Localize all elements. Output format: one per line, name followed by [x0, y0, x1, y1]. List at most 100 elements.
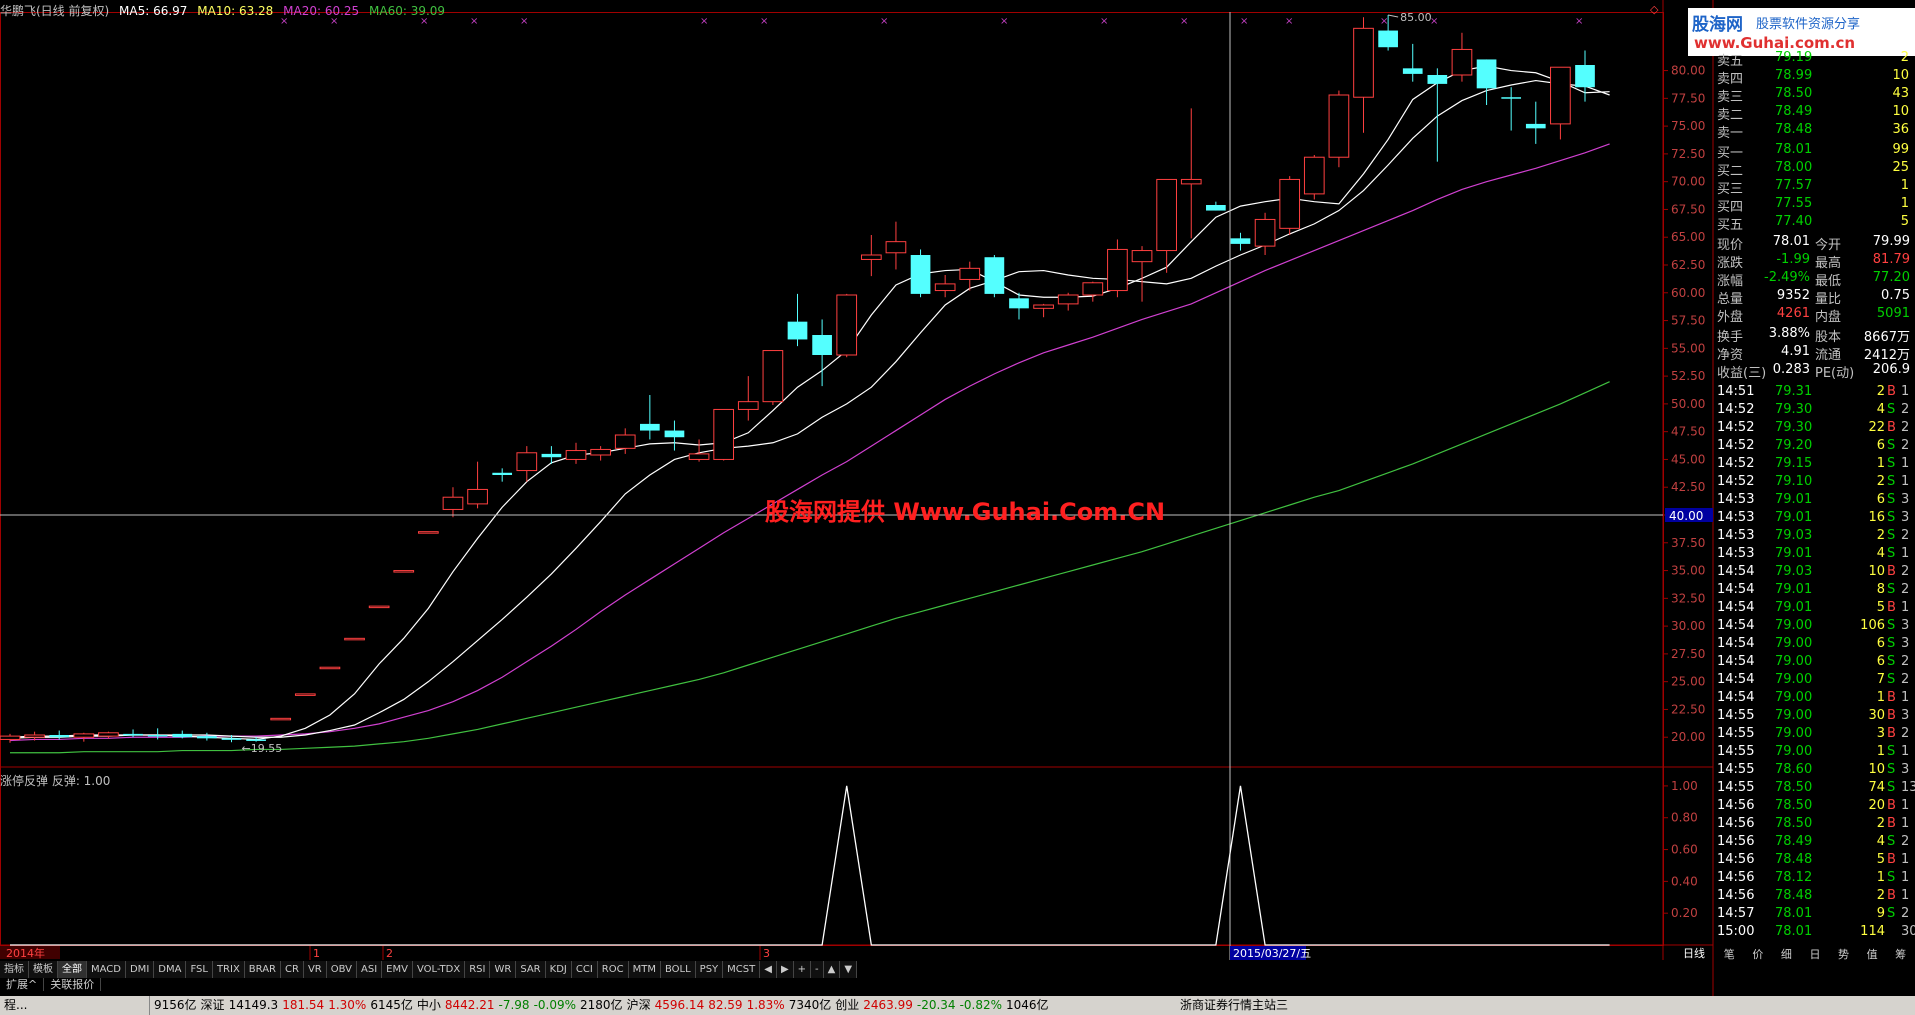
tab-roc[interactable]: ROC	[597, 961, 629, 978]
tab-asi[interactable]: ASI	[357, 961, 383, 978]
tick-volume: 74	[1868, 780, 1885, 795]
tab-cr[interactable]: CR	[281, 961, 304, 978]
ask-volume: 43	[1892, 86, 1909, 101]
tab-模板[interactable]: 模板	[29, 961, 58, 978]
tick-row: 14:54 79.00 1 B 1	[1715, 690, 1915, 708]
ask-price: 78.50	[1775, 86, 1813, 101]
candle-body	[1156, 178, 1177, 252]
y-tick-label: 65.00	[1671, 230, 1705, 244]
tick-side: B	[1887, 852, 1896, 867]
y-tick-label: 77.50	[1671, 91, 1705, 105]
ma5-value: MA5: 66.97	[119, 4, 188, 18]
y-tick-label: 52.50	[1671, 369, 1705, 383]
taskbar-app[interactable]: 程...	[0, 996, 150, 1015]
tab-scroll-icon[interactable]: ◀	[760, 961, 777, 978]
tab-全部[interactable]: 全部	[58, 961, 87, 978]
tick-count: 3	[1901, 510, 1910, 525]
ask-label: 卖五	[1717, 54, 1744, 69]
tick-side: S	[1887, 654, 1896, 669]
ext-tab[interactable]: 关联报价	[44, 978, 102, 991]
tick-row: 14:54 79.00 106 S 3	[1715, 618, 1915, 636]
side-tab[interactable]: 价	[1752, 946, 1763, 961]
tab-rsi[interactable]: RSI	[465, 961, 491, 978]
logo-text: 股海网	[1692, 15, 1743, 35]
tab-obv[interactable]: OBV	[326, 961, 357, 978]
tick-volume: 1	[1876, 456, 1885, 471]
y-tick-label: 57.50	[1671, 314, 1705, 328]
tick-volume: 106	[1860, 618, 1885, 633]
side-tab[interactable]: 筹	[1895, 946, 1906, 961]
tick-row: 14:54 79.00 6 S 3	[1715, 636, 1915, 654]
crosshair-date-label: 2015/03/27/五	[1233, 947, 1311, 960]
tick-side: S	[1887, 492, 1896, 507]
tab-scroll-icon[interactable]: ▶	[776, 961, 794, 978]
tick-side: S	[1887, 456, 1896, 471]
side-tab[interactable]: 细	[1781, 946, 1792, 961]
index-value: 1.83%	[746, 998, 785, 1012]
tab-vol-tdx[interactable]: VOL-TDX	[412, 961, 466, 978]
tick-price: 78.50	[1775, 798, 1813, 813]
side-tab[interactable]: 笔	[1724, 946, 1735, 961]
y-tick-label: 50.00	[1671, 397, 1705, 411]
extension-tab-bar: 扩展^ 关联报价	[0, 978, 102, 991]
tick-count: 1	[1901, 870, 1910, 885]
tab-wr[interactable]: WR	[490, 961, 517, 978]
tab-brar[interactable]: BRAR	[244, 961, 281, 978]
tab-sar[interactable]: SAR	[516, 961, 546, 978]
tick-side: S	[1887, 762, 1896, 777]
tab-dma[interactable]: DMA	[154, 961, 187, 978]
ask-volume: 10	[1892, 104, 1909, 119]
bid-volume: 5	[1900, 214, 1909, 229]
index-value: 1.30%	[328, 998, 367, 1012]
tab-指标[interactable]: 指标	[0, 961, 29, 978]
candle-body	[1254, 218, 1276, 247]
candle-body	[98, 732, 119, 737]
ext-tab[interactable]: 扩展^	[0, 978, 45, 991]
tab-scroll-icon[interactable]: -	[811, 961, 824, 978]
tab-psy[interactable]: PSY	[695, 961, 724, 978]
broker-server[interactable]: 浙商证券行情主站三	[1180, 996, 1288, 1015]
tab-scroll-icon[interactable]: +	[793, 961, 812, 978]
tab-emv[interactable]: EMV	[382, 961, 413, 978]
tick-side: B	[1887, 384, 1896, 399]
stat-label: 最低	[1815, 274, 1842, 289]
y-tick-label: 27.50	[1671, 647, 1705, 661]
tick-price: 79.03	[1775, 528, 1813, 543]
tab-macd[interactable]: MACD	[87, 961, 126, 978]
tick-row: 14:51 79.31 2 B 1	[1715, 384, 1915, 402]
tab-scroll-icon[interactable]: ▲	[823, 961, 841, 978]
ask-volume: 36	[1892, 122, 1909, 137]
event-marker: ×	[470, 16, 478, 27]
candle-body	[664, 430, 685, 438]
chart-header: 华鹏飞(日线 前复权) MA5: 66.97 MA10: 63.28 MA20:…	[0, 2, 451, 19]
candle-body	[344, 637, 365, 641]
tab-vr[interactable]: VR	[303, 961, 327, 978]
tick-time: 14:55	[1717, 780, 1755, 795]
tab-trix[interactable]: TRIX	[212, 961, 245, 978]
side-tab[interactable]: 势	[1838, 946, 1849, 961]
tick-row: 14:57 78.01 9 S 2	[1715, 906, 1915, 924]
bid-row: 买五 77.40 5	[1715, 214, 1915, 233]
tick-time: 14:57	[1717, 906, 1755, 921]
tab-fsl[interactable]: FSL	[186, 961, 213, 978]
tab-mcst[interactable]: MCST	[723, 961, 761, 978]
tick-time: 14:54	[1717, 636, 1755, 651]
tab-kdj[interactable]: KDJ	[545, 961, 572, 978]
month-label: 1	[313, 947, 320, 960]
y-tick-label: 47.50	[1671, 425, 1705, 439]
tab-dmi[interactable]: DMI	[125, 961, 155, 978]
y-tick-label: 45.00	[1671, 452, 1705, 466]
tick-volume: 22	[1868, 420, 1885, 435]
side-tab[interactable]: 日	[1809, 946, 1820, 961]
tick-row: 14:55 79.00 3 B 2	[1715, 726, 1915, 744]
candle-body	[1402, 68, 1423, 74]
tick-side: S	[1887, 474, 1896, 489]
candle-body	[442, 496, 464, 510]
stat-label: 总量	[1717, 292, 1744, 307]
side-tab[interactable]: 值	[1867, 946, 1878, 961]
tab-mtm[interactable]: MTM	[628, 961, 661, 978]
tick-price: 79.10	[1775, 474, 1813, 489]
tab-boll[interactable]: BOLL	[660, 961, 696, 978]
tab-cci[interactable]: CCI	[571, 961, 598, 978]
tab-scroll-icon[interactable]: ▼	[840, 961, 858, 978]
